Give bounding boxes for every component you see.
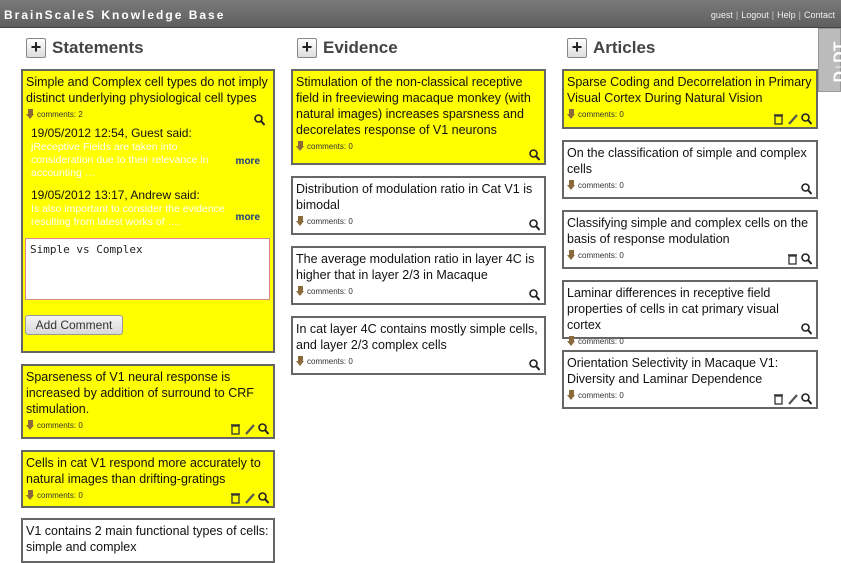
search-icon[interactable] [801,112,813,125]
search-icon[interactable] [529,148,541,161]
trash-icon[interactable] [773,112,784,125]
add-article-button[interactable]: + [567,38,587,58]
evidence-card[interactable]: The average modulation ratio in layer 4C… [291,246,546,305]
down-arrow-icon[interactable] [567,336,576,346]
add-evidence-button[interactable]: + [297,38,317,58]
more-link[interactable]: more [236,156,260,167]
down-arrow-icon[interactable] [567,109,576,119]
search-icon[interactable] [801,392,813,405]
comments-count[interactable]: comments: 0 [37,491,83,500]
search-icon[interactable] [801,322,813,335]
comments-count[interactable]: comments: 0 [37,421,83,430]
article-text: Orientation Selectivity in Macaque V1: D… [567,356,779,386]
add-comment-button[interactable]: Add Comment [25,315,123,335]
down-arrow-icon[interactable] [26,109,35,119]
search-icon[interactable] [801,182,813,195]
article-card[interactable]: Orientation Selectivity in Macaque V1: D… [562,350,818,409]
comment-body: Is also important to consider the eviden… [31,203,225,228]
article-text: Laminar differences in receptive field p… [567,286,779,332]
search-icon[interactable] [529,218,541,231]
evidence-text: Distribution of modulation ratio in Cat … [296,182,533,212]
comments-count[interactable]: comments: 0 [307,217,353,226]
article-card[interactable]: Classifying simple and complex cells on … [562,210,818,269]
comments-count[interactable]: comments: 0 [307,142,353,151]
article-card[interactable]: Laminar differences in receptive field p… [562,280,818,346]
evidence-column: + Evidence [297,34,398,62]
comments-count[interactable]: comments: 0 [578,391,624,400]
pencil-icon[interactable] [244,491,255,504]
link-contact[interactable]: Contact [804,10,835,20]
down-arrow-icon[interactable] [567,180,576,190]
statement-card[interactable]: V1 contains 2 main functional types of c… [21,518,275,563]
comments-count[interactable]: comments: 0 [307,357,353,366]
statement-text: Sparseness of V1 neural response is incr… [26,370,254,416]
evidence-title: Evidence [323,38,398,57]
comment-body: jReceptive Fields are taken into conside… [31,141,209,179]
more-link[interactable]: more [236,212,260,223]
add-statement-button[interactable]: + [26,38,46,58]
comments-count[interactable]: comments: 0 [578,337,624,346]
evidence-card[interactable]: Stimulation of the non-classical recepti… [291,69,546,165]
evidence-card[interactable]: In cat layer 4C contains mostly simple c… [291,316,546,375]
evidence-text: Stimulation of the non-classical recepti… [296,75,531,137]
articles-column: + Articles [567,34,655,62]
down-arrow-icon[interactable] [296,141,305,151]
evidence-card[interactable]: Distribution of modulation ratio in Cat … [291,176,546,235]
down-arrow-icon[interactable] [26,490,35,500]
article-card[interactable]: On the classification of simple and comp… [562,140,818,199]
pencil-icon[interactable] [787,392,798,405]
search-icon[interactable] [529,358,541,371]
search-icon[interactable] [258,422,270,435]
comments-count[interactable]: comments: 0 [578,110,624,119]
comments-count[interactable]: comments: 0 [307,287,353,296]
pencil-icon[interactable] [244,422,255,435]
app-brand: BrainScaleS Knowledge Base [4,8,226,22]
article-text: On the classification of simple and comp… [567,146,807,176]
search-icon[interactable] [529,288,541,301]
search-icon[interactable] [254,113,266,126]
article-card[interactable]: Sparse Coding and Decorrelation in Prima… [562,69,818,129]
link-logout[interactable]: Logout [741,10,769,20]
statement-text: V1 contains 2 main functional types of c… [26,524,269,554]
down-arrow-icon[interactable] [567,390,576,400]
trash-icon[interactable] [787,252,798,265]
comments-count[interactable]: comments: 0 [578,251,624,260]
comment-header: 19/05/2012 12:54, Guest said: [31,126,192,140]
down-arrow-icon[interactable] [567,250,576,260]
comment-thread: 19/05/2012 12:54, Guest said: jReceptive… [26,126,270,229]
top-links: guest | Logout | Help | Contact [710,10,835,20]
comments-count[interactable]: comments: 0 [578,181,624,190]
top-bar: BrainScaleS Knowledge Base guest | Logout |… [0,0,841,28]
search-icon[interactable] [258,491,270,504]
link-help[interactable]: Help [777,10,796,20]
statement-text: Simple and Complex cell types do not imp… [26,75,268,105]
dudt-badge[interactable]: D↓DT [818,28,841,92]
link-guest[interactable]: guest [711,10,733,20]
comments-count[interactable]: comments: 2 [37,110,83,119]
comment-header: 19/05/2012 13:17, Andrew said: [31,188,200,202]
evidence-text: The average modulation ratio in layer 4C… [296,252,535,282]
comment-textarea[interactable] [25,238,270,300]
down-arrow-icon[interactable] [296,216,305,226]
down-arrow-icon[interactable] [26,420,35,430]
trash-icon[interactable] [230,491,241,504]
search-icon[interactable] [801,252,813,265]
statements-title: Statements [52,38,144,57]
trash-icon[interactable] [230,422,241,435]
statement-card[interactable]: Cells in cat V1 respond more accurately … [21,450,275,508]
articles-title: Articles [593,38,656,57]
article-text: Sparse Coding and Decorrelation in Prima… [567,75,812,105]
statements-column: + Statements [26,34,144,62]
statement-card[interactable]: Sparseness of V1 neural response is incr… [21,364,275,439]
trash-icon[interactable] [773,392,784,405]
evidence-text: In cat layer 4C contains mostly simple c… [296,322,538,352]
down-arrow-icon[interactable] [296,286,305,296]
down-arrow-icon[interactable] [296,356,305,366]
pencil-icon[interactable] [787,112,798,125]
statement-text: Cells in cat V1 respond more accurately … [26,456,261,486]
article-text: Classifying simple and complex cells on … [567,216,809,246]
statement-card-selected[interactable]: Simple and Complex cell types do not imp… [21,69,275,353]
